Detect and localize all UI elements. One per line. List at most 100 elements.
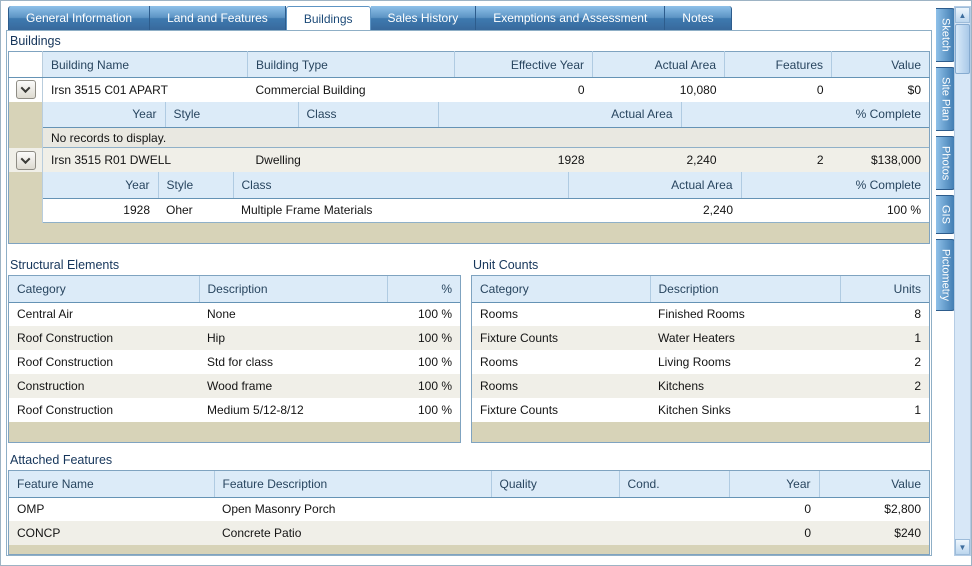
col-actual-area[interactable]: Actual Area <box>568 172 742 199</box>
table-cell: Kitchens <box>650 374 840 398</box>
tab-sales-history[interactable]: Sales History <box>370 6 477 30</box>
table-cell: 2,240 <box>702 203 733 217</box>
table-row[interactable]: Roof Construction Medium 5/12-8/12 100 % <box>9 398 460 422</box>
tab-buildings[interactable]: Buildings <box>285 6 371 30</box>
col-features[interactable]: Features <box>724 51 832 78</box>
col-description[interactable]: Description <box>199 276 388 303</box>
table-row[interactable]: OMP Open Masonry Porch 0 $2,800 <box>9 497 929 521</box>
col-building-name[interactable]: Building Name <box>42 51 248 78</box>
col-building-type[interactable]: Building Type <box>247 51 455 78</box>
table-cell: Living Rooms <box>658 355 731 369</box>
col-value[interactable]: Value <box>831 51 930 78</box>
vertical-scrollbar[interactable]: ▲ ▼ <box>954 6 971 556</box>
table-cell: Rooms <box>472 374 650 398</box>
col-class[interactable]: Class <box>233 172 569 199</box>
table-cell: Rooms <box>480 355 519 369</box>
side-tab-sketch[interactable]: Sketch <box>936 8 956 62</box>
table-row[interactable]: Roof Construction Hip 100 % <box>9 326 460 350</box>
side-tab-photos[interactable]: Photos <box>936 135 956 190</box>
buildings-panel: Buildings Building Name Building Type Ef… <box>6 30 932 556</box>
tab-general-information[interactable]: General Information <box>8 6 151 30</box>
table-cell: $2,800 <box>884 502 921 517</box>
collapse-building-button[interactable] <box>15 150 36 170</box>
actual-area-cell: 2,240 <box>592 148 725 172</box>
effective-year-cell: 0 <box>577 82 585 97</box>
table-cell: Wood frame <box>199 374 387 398</box>
grid-filler <box>9 422 460 442</box>
col-units[interactable]: Units <box>840 276 929 303</box>
structural-elements-grid: Category Description % Central Air None 10… <box>9 276 460 442</box>
side-tab-site-plan[interactable]: Site Plan <box>936 66 956 131</box>
col-percent-complete[interactable]: % Complete <box>741 172 929 199</box>
col-category[interactable]: Category <box>472 276 651 303</box>
actual-area-cell: 10,080 <box>679 82 717 97</box>
row-expander-cell <box>8 77 43 102</box>
table-row[interactable]: Construction Wood frame 100 % <box>9 374 460 398</box>
table-cell: Std for class <box>207 355 274 369</box>
col-year[interactable]: Year <box>729 471 820 498</box>
collapse-building-button[interactable] <box>15 80 36 100</box>
col-category[interactable]: Category <box>9 276 200 303</box>
table-cell: Roof Construction <box>9 326 199 350</box>
col-actual-area[interactable]: Actual Area <box>438 101 682 128</box>
structural-elements-section: Structural Elements Category Description… <box>8 256 461 443</box>
col-value[interactable]: Value <box>819 471 929 498</box>
table-row[interactable]: Rooms Finished Rooms 8 <box>472 302 929 326</box>
building-row[interactable]: Irsn 3515 R01 DWELL Dwelling 1928 2,240 … <box>8 148 930 172</box>
tab-land-and-features[interactable]: Land and Features <box>150 6 286 30</box>
building-detail-row: Year Style Class Actual Area % Complete … <box>8 101 930 148</box>
table-row[interactable]: Rooms Kitchens 2 <box>472 374 929 398</box>
col-class[interactable]: Class <box>298 101 439 128</box>
table-cell: 0 <box>729 521 819 545</box>
col-description[interactable]: Description <box>650 276 841 303</box>
side-tab-bar: Sketch Site Plan Photos GIS Pictometry <box>936 8 956 311</box>
building-row[interactable]: Irsn 3515 C01 APART Commercial Building … <box>8 77 930 102</box>
table-row[interactable]: Fixture Counts Kitchen Sinks 1 <box>472 398 929 422</box>
gutter-header-cell <box>8 51 43 78</box>
scroll-down-button[interactable]: ▼ <box>955 539 970 555</box>
grid-filler <box>8 222 930 244</box>
table-cell: Finished Rooms <box>658 307 745 322</box>
table-cell <box>491 497 619 521</box>
col-style[interactable]: Style <box>165 101 299 128</box>
col-percent-complete[interactable]: % Complete <box>681 101 929 128</box>
buildings-grid: Building Name Building Type Effective Ye… <box>8 51 930 244</box>
table-cell: 1 <box>840 326 929 350</box>
side-tab-gis[interactable]: GIS <box>936 194 956 234</box>
table-row[interactable]: 1928 Oher Multiple Frame Materials 2,240 100… <box>43 198 929 222</box>
table-cell: 0 <box>804 502 811 517</box>
detail-grid-cell: Year Style Class Actual Area % Complete … <box>43 101 930 148</box>
table-row[interactable]: Fixture Counts Water Heaters 1 <box>472 326 929 350</box>
table-cell: None <box>207 307 236 322</box>
table-cell: Fixture Counts <box>472 326 650 350</box>
col-year[interactable]: Year <box>43 172 159 199</box>
grid-filler <box>9 545 929 554</box>
chevron-down-icon <box>20 153 31 164</box>
tab-notes[interactable]: Notes <box>665 6 732 30</box>
col-feature-name[interactable]: Feature Name <box>9 471 215 498</box>
scrollbar-thumb[interactable] <box>955 24 970 74</box>
detail-gutter-cell <box>8 101 43 148</box>
table-cell: Central Air <box>17 307 74 322</box>
structural-header-row: Category Description % <box>9 276 460 303</box>
building-type-cell: Commercial Building <box>255 82 366 97</box>
col-year[interactable]: Year <box>43 101 166 128</box>
col-feature-description[interactable]: Feature Description <box>214 471 492 498</box>
building-detail-row: Year Style Class Actual Area % Complete … <box>8 172 930 223</box>
scroll-up-button[interactable]: ▲ <box>955 7 970 23</box>
table-row[interactable]: Central Air None 100 % <box>9 302 460 326</box>
table-row[interactable]: Roof Construction Std for class 100 % <box>9 350 460 374</box>
table-cell: Hip <box>199 326 387 350</box>
col-percent[interactable]: % <box>387 276 460 303</box>
table-cell <box>619 497 729 521</box>
value-cell: $0 <box>907 82 921 97</box>
col-style[interactable]: Style <box>158 172 234 199</box>
side-tab-pictometry[interactable]: Pictometry <box>936 238 956 311</box>
col-cond[interactable]: Cond. <box>619 471 730 498</box>
col-effective-year[interactable]: Effective Year <box>454 51 593 78</box>
col-actual-area[interactable]: Actual Area <box>592 51 725 78</box>
tab-exemptions-and-assessment[interactable]: Exemptions and Assessment <box>476 6 666 30</box>
col-quality[interactable]: Quality <box>491 471 620 498</box>
table-row[interactable]: Rooms Living Rooms 2 <box>472 350 929 374</box>
table-row[interactable]: CONCP Concrete Patio 0 $240 <box>9 521 929 545</box>
